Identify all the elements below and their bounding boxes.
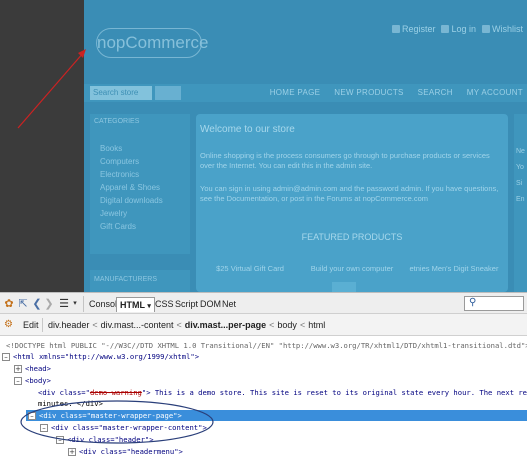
breadcrumb-item[interactable]: div.header [48, 318, 89, 332]
html-tree-panel: <!DOCTYPE html PUBLIC "-//W3C//DTD XHTML… [0, 336, 527, 468]
menu-list-icon[interactable]: ☰ [58, 297, 70, 311]
tab-html[interactable]: HTML ▾ [116, 297, 155, 312]
breadcrumb: div.header < div.mast...-content < div.m… [48, 318, 325, 332]
dropdown-icon[interactable]: ▾ [71, 297, 79, 311]
chevron-down-icon: ▾ [147, 303, 151, 310]
back-icon[interactable]: ❮ [32, 297, 42, 311]
annotation-ellipse [20, 400, 214, 444]
ellipse-outline [20, 400, 214, 444]
forward-icon[interactable]: ❯ [44, 297, 54, 311]
firebug-search-input[interactable]: ⚲ [464, 296, 524, 311]
breadcrumb-separator: < [92, 320, 98, 330]
arrow-shaft [17, 51, 85, 129]
annotation-arrow [17, 49, 86, 129]
toolbar-divider [83, 296, 84, 312]
breadcrumb-item-current[interactable]: div.mast...per-page [185, 318, 266, 332]
breadcrumb-separator: < [299, 320, 306, 330]
breadcrumb-item[interactable]: div.mast...-content [101, 318, 174, 332]
breadcrumb-separator: < [176, 320, 182, 330]
firebug-toolbar: ✿ ⇱ ❮ ❯ ☰ ▾ Console HTML ▾ CSS Script DO… [0, 292, 527, 314]
tab-net[interactable]: Net [219, 297, 239, 312]
breadcrumb-item[interactable]: html [308, 318, 325, 332]
inspect-icon[interactable]: ⇱ [17, 297, 29, 311]
breadcrumb-bar: ⚙ Edit div.header < div.mast...-content … [0, 314, 527, 336]
breadcrumb-separator: < [269, 320, 275, 330]
browser-page-area: nopCommerce Register Log in Wishlist Sea… [0, 0, 527, 292]
breadcrumb-item[interactable]: body [277, 318, 297, 332]
inspect-element-icon[interactable]: ⚙ [4, 319, 13, 330]
tab-html-label: HTML [120, 300, 145, 310]
magnifier-icon: ⚲ [469, 297, 477, 308]
firebug-icon[interactable]: ✿ [3, 297, 15, 311]
edit-button[interactable]: Edit [20, 318, 43, 332]
